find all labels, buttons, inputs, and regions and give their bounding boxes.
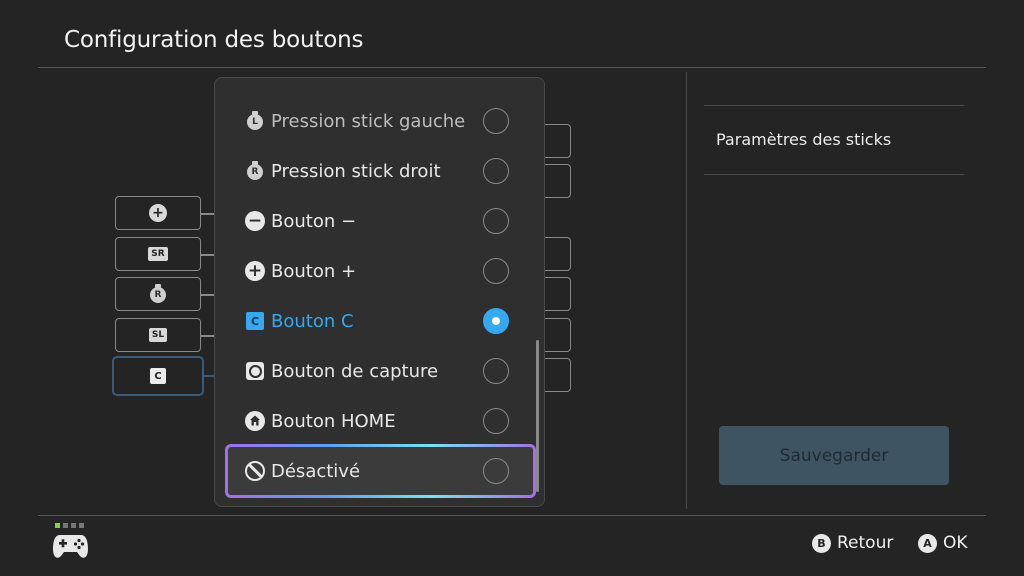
panel-divider <box>686 72 687 509</box>
option-label: Bouton C <box>271 310 354 332</box>
option-c-button[interactable]: C Bouton C <box>225 298 536 344</box>
controller-indicator <box>55 523 84 528</box>
mapping-slot-plus[interactable]: + <box>115 196 201 230</box>
option-label: Bouton + <box>271 260 357 282</box>
option-minus-button[interactable]: − Bouton − <box>225 198 536 244</box>
disabled-icon <box>245 461 265 481</box>
footer-divider <box>38 515 986 516</box>
sr-button-icon: SR <box>148 247 168 261</box>
option-label: Bouton HOME <box>271 410 396 432</box>
c-button-icon: C <box>246 312 264 330</box>
option-capture-button[interactable]: Bouton de capture <box>225 348 536 394</box>
page-title: Configuration des boutons <box>64 27 364 53</box>
minus-button-icon: − <box>245 211 265 231</box>
mapping-slot-c[interactable]: C <box>112 356 204 396</box>
option-home-button[interactable]: Bouton HOME <box>225 398 536 444</box>
radio-button[interactable] <box>483 258 509 284</box>
home-button-icon <box>245 411 265 431</box>
radio-button[interactable] <box>483 108 509 134</box>
radio-button[interactable] <box>483 358 509 384</box>
capture-button-icon <box>246 362 264 380</box>
right-stick-press-icon: R <box>246 161 264 181</box>
option-label: Bouton de capture <box>271 360 439 382</box>
ok-hint[interactable]: A OK <box>918 533 968 553</box>
option-left-stick-press[interactable]: L Pression stick gauche <box>225 98 536 144</box>
b-button-icon: B <box>812 533 831 553</box>
ok-label: OK <box>943 533 968 553</box>
right-stick-icon: R <box>149 284 167 304</box>
radio-button[interactable] <box>483 208 509 234</box>
back-label: Retour <box>837 533 894 553</box>
radio-button[interactable] <box>483 158 509 184</box>
option-plus-button[interactable]: + Bouton + <box>225 248 536 294</box>
connector-line <box>201 213 215 215</box>
mapping-slot-right-stick[interactable]: R <box>115 277 201 311</box>
left-stick-press-icon: L <box>246 111 264 131</box>
radio-button[interactable] <box>483 408 509 434</box>
connector-line <box>201 254 215 256</box>
back-hint[interactable]: B Retour <box>812 533 893 553</box>
connector-line <box>201 335 215 337</box>
divider <box>704 174 964 175</box>
plus-button-icon: + <box>149 204 167 222</box>
button-mapping-dropdown[interactable]: L Pression stick gauche R Pression stick… <box>214 77 545 507</box>
option-label: Bouton − <box>271 210 357 232</box>
dropdown-scrollbar[interactable] <box>536 340 539 492</box>
sl-button-icon: SL <box>148 328 168 342</box>
radio-button[interactable] <box>483 458 509 484</box>
option-label: Pression stick gauche <box>271 110 466 132</box>
mapping-slot-sr[interactable]: SR <box>115 237 201 271</box>
option-right-stick-press[interactable]: R Pression stick droit <box>225 148 536 194</box>
plus-button-icon: + <box>245 261 265 281</box>
a-button-icon: A <box>918 533 937 553</box>
connector-line <box>201 294 215 296</box>
stick-settings-item[interactable]: Paramètres des sticks <box>716 130 891 149</box>
radio-button-selected[interactable] <box>483 308 509 334</box>
option-label: Désactivé <box>271 460 361 482</box>
c-button-icon: C <box>150 368 166 384</box>
header-divider <box>38 67 986 68</box>
controller-icon <box>53 535 88 558</box>
save-button[interactable]: Sauvegarder <box>719 426 949 485</box>
divider <box>704 105 964 106</box>
mapping-slot-sl[interactable]: SL <box>115 318 201 352</box>
option-label: Pression stick droit <box>271 160 441 182</box>
option-disabled[interactable]: Désactivé <box>225 444 536 498</box>
